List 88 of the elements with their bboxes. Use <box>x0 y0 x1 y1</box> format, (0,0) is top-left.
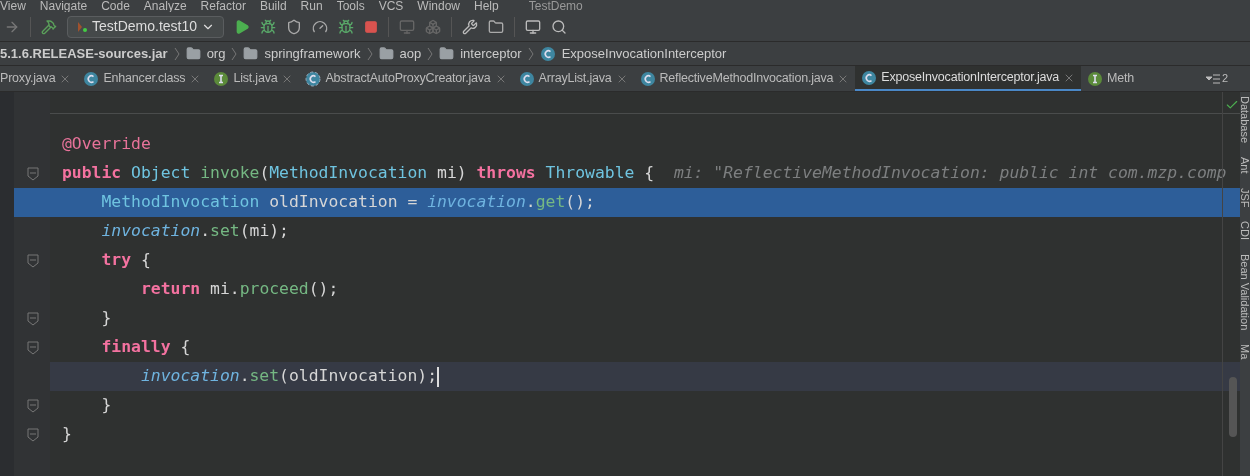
editor-tab[interactable]: Meth <box>1081 66 1141 91</box>
editor-tab[interactable]: AbstractAutoProxyCreator.java <box>299 66 513 91</box>
class-icon <box>539 45 556 62</box>
list-icon <box>1205 73 1220 84</box>
folder-icon <box>243 46 259 61</box>
breadcrumb-item[interactable]: springframework <box>264 43 361 64</box>
terminal-icon[interactable] <box>525 18 542 35</box>
fold-marker-icon[interactable] <box>27 340 39 355</box>
code-text: return mi.proceed(); <box>139 278 339 301</box>
class-icon <box>83 70 100 87</box>
code-text: try { <box>100 249 151 272</box>
folder-icon <box>185 46 201 61</box>
scrollbar-thumb[interactable] <box>1229 377 1237 437</box>
hammer-icon[interactable] <box>41 18 57 35</box>
tab-label: ReflectiveMethodInvocation.java <box>659 70 834 88</box>
stop-icon[interactable] <box>364 19 379 34</box>
menu-item[interactable]: Tools <box>336 0 365 12</box>
breadcrumb-separator-icon <box>427 46 434 61</box>
config-icon <box>76 20 88 33</box>
tab-label: AbstractAutoProxyCreator.java <box>325 70 491 88</box>
profile-icon[interactable] <box>312 18 329 35</box>
modules-icon[interactable] <box>425 18 442 35</box>
code-text: invocation.set(oldInvocation); <box>139 365 437 388</box>
menu-item[interactable]: Help <box>474 0 499 12</box>
code-text: } <box>61 423 72 446</box>
code-text: finally { <box>100 336 191 359</box>
folder-icon <box>378 46 394 61</box>
editor-tab[interactable]: ReflectiveMethodInvocation.java <box>633 66 856 91</box>
class-icon <box>305 70 322 87</box>
menu-item[interactable]: Build <box>259 0 287 12</box>
debug-icon[interactable] <box>260 18 277 35</box>
folder-icon <box>439 46 455 61</box>
text-cursor <box>437 366 439 387</box>
code-text: } <box>100 307 112 330</box>
tab-label: Enhancer.class <box>103 70 186 88</box>
editor-tab[interactable]: List.java <box>207 66 300 91</box>
code-text: } <box>100 394 112 417</box>
class-icon <box>518 70 535 87</box>
tab-overflow-button[interactable]: 2 <box>1205 66 1250 91</box>
breadcrumb-item[interactable]: 5.1.6.RELEASE-sources.jar <box>0 43 168 64</box>
interface-icon <box>1087 70 1104 87</box>
menu-item[interactable]: Window <box>417 0 460 12</box>
code-text: public Object invoke(MethodInvocation mi) throws Throwable { mi: "ReflectiveMethodInvocation: public int com.mzp.comp <box>61 162 1227 185</box>
fold-marker-icon[interactable] <box>27 253 39 268</box>
fold-marker-icon[interactable] <box>27 427 39 442</box>
editor-tab[interactable]: ExposeInvocationInterceptor.java <box>855 66 1082 91</box>
fold-marker-icon[interactable] <box>27 166 39 181</box>
code-text: MethodInvocation oldInvocation = invocation.get(); <box>100 191 595 214</box>
code-text: invocation.set(mi); <box>100 220 289 243</box>
check-icon <box>1225 98 1239 112</box>
class-icon <box>639 70 656 87</box>
breadcrumb-item[interactable]: org <box>206 43 226 64</box>
run-config-dropdown[interactable]: TestDemo.test10 <box>67 15 225 38</box>
menu-item[interactable]: Navigate <box>39 0 88 12</box>
tab-label: ArrayList.java <box>538 70 612 88</box>
breadcrumb-separator-icon <box>173 46 180 61</box>
window-title: TestDemo <box>528 0 583 12</box>
menu-item[interactable]: Analyze <box>143 0 187 12</box>
settings-icon[interactable] <box>462 18 479 35</box>
breadcrumb-item[interactable]: ExposeInvocationInterceptor <box>561 43 727 64</box>
attach-debugger-icon[interactable] <box>338 18 355 35</box>
class-icon <box>861 69 878 86</box>
project-structure-icon[interactable] <box>488 18 505 35</box>
tab-label: Meth <box>1107 70 1135 88</box>
menu-item[interactable]: View <box>0 0 26 12</box>
breadcrumb-item[interactable]: interceptor <box>460 43 522 64</box>
menu-item[interactable]: Code <box>101 0 130 12</box>
code-text: @Override <box>61 133 151 156</box>
editor-tab[interactable]: Enhancer.class <box>77 66 208 91</box>
frames-icon[interactable] <box>399 18 416 35</box>
coverage-icon[interactable] <box>286 18 303 35</box>
breadcrumb-item[interactable]: aop <box>399 43 422 64</box>
search-icon[interactable] <box>551 18 568 35</box>
tab-label: ExposeInvocationInterceptor.java <box>881 69 1060 87</box>
fold-marker-icon[interactable] <box>27 311 39 326</box>
breadcrumb-separator-icon <box>527 46 534 61</box>
breadcrumb-separator-icon <box>366 46 373 61</box>
editor-tab[interactable]: Proxy.java <box>0 66 78 91</box>
tab-label: List.java <box>233 70 278 88</box>
editor-tab[interactable]: ArrayList.java <box>512 66 634 91</box>
menu-item[interactable]: Refactor <box>200 0 246 12</box>
interface-icon <box>213 70 230 87</box>
breadcrumb-separator-icon <box>231 46 238 61</box>
fold-marker-icon[interactable] <box>27 398 39 413</box>
menu-item[interactable]: Run <box>300 0 323 12</box>
menu-item[interactable]: VCS <box>378 0 404 12</box>
run-icon[interactable] <box>234 18 251 35</box>
tab-label: Proxy.java <box>0 70 56 88</box>
